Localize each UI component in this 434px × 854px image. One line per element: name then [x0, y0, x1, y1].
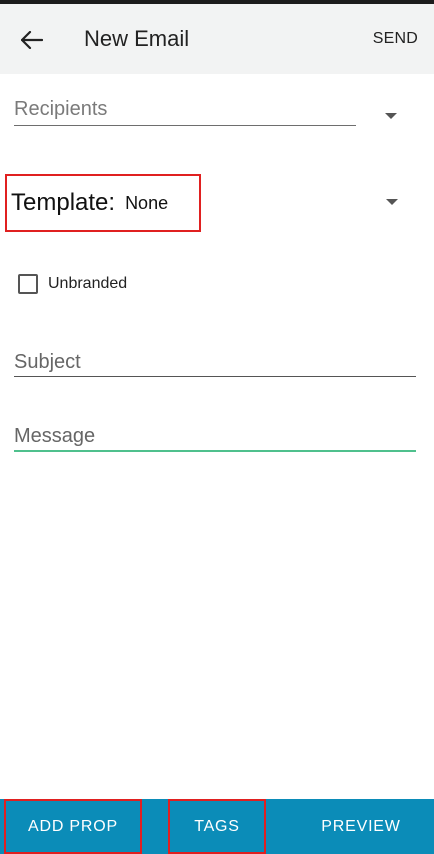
bottom-action-bar: ADD PROP TAGS PREVIEW: [0, 799, 434, 854]
message-placeholder: Message: [14, 425, 96, 447]
app-bar: New Email SEND: [0, 4, 434, 74]
template-label: Template:: [11, 189, 116, 216]
recipients-dropdown-arrow-icon[interactable]: [385, 113, 397, 119]
template-value: None: [125, 192, 169, 213]
recipients-input[interactable]: Recipients: [14, 96, 356, 126]
tags-button[interactable]: TAGS: [168, 799, 266, 854]
unbranded-label: Unbranded: [48, 275, 128, 292]
arrow-left-icon: [21, 31, 43, 49]
message-input[interactable]: Message: [14, 423, 416, 452]
subject-input[interactable]: Subject: [14, 349, 416, 377]
preview-button[interactable]: PREVIEW: [304, 799, 418, 854]
back-button[interactable]: [14, 22, 50, 58]
unbranded-checkbox[interactable]: [18, 274, 38, 294]
unbranded-option[interactable]: Unbranded: [18, 274, 127, 294]
recipients-placeholder: Recipients: [14, 98, 108, 120]
send-button[interactable]: SEND: [373, 29, 418, 49]
subject-placeholder: Subject: [14, 351, 81, 373]
template-selector[interactable]: Template: None: [5, 174, 201, 232]
page-title: New Email: [84, 26, 190, 51]
add-prop-button[interactable]: ADD PROP: [4, 799, 142, 854]
template-dropdown-arrow-icon[interactable]: [386, 199, 398, 205]
